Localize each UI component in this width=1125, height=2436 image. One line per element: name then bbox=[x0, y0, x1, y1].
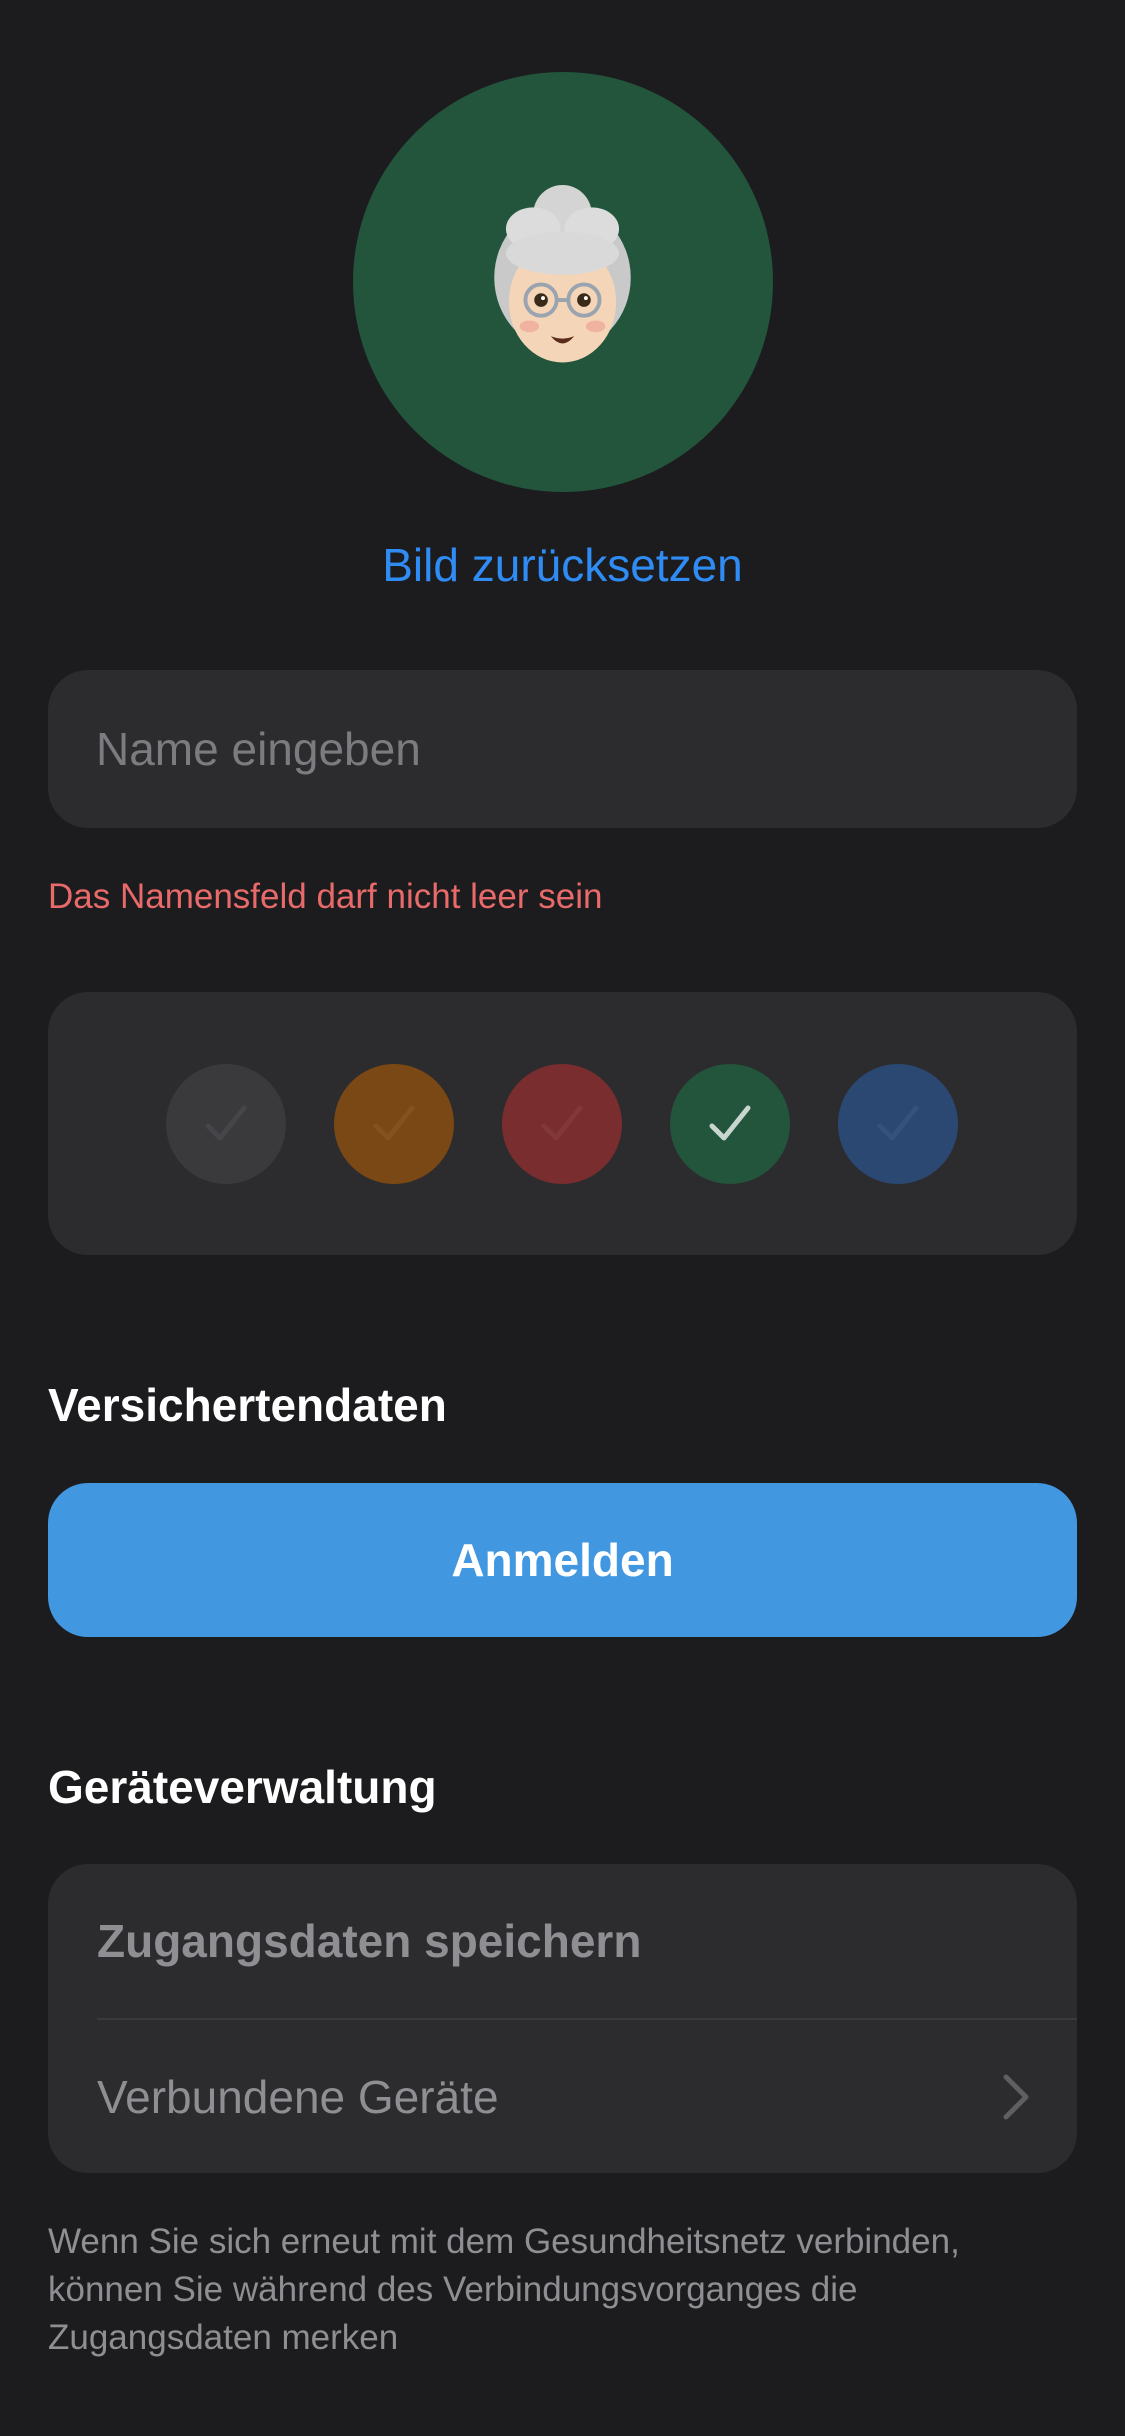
connected-devices-label: Verbundene Geräte bbox=[97, 2071, 499, 2123]
login-button[interactable]: Anmelden bbox=[48, 1483, 1077, 1637]
save-credentials-row[interactable]: Zugangsdaten speichern bbox=[48, 1864, 1077, 2018]
chevron-right-icon bbox=[1003, 2074, 1029, 2120]
memoji-grandmother-icon bbox=[494, 185, 631, 363]
color-swatch-red[interactable] bbox=[502, 1064, 622, 1184]
color-swatch-green-selected[interactable] bbox=[670, 1064, 790, 1184]
credentials-footer-note: Wenn Sie sich erneut mit dem Gesundheits… bbox=[48, 2222, 960, 2357]
checkmark-icon bbox=[709, 1105, 751, 1141]
device-settings-group: Zugangsdaten speichern Verbundene Geräte bbox=[48, 1864, 1077, 2173]
name-error-message: Das Namensfeld darf nicht leer sein bbox=[48, 877, 603, 916]
connected-devices-row[interactable]: Verbundene Geräte bbox=[48, 2020, 1077, 2173]
reset-picture-link[interactable]: Bild zurücksetzen bbox=[0, 538, 1125, 592]
device-management-section-title: Geräteverwaltung bbox=[48, 1761, 437, 1813]
checkmark-icon bbox=[541, 1105, 583, 1141]
checkmark-icon bbox=[877, 1105, 919, 1141]
checkmark-icon bbox=[373, 1105, 415, 1141]
color-swatch-gray[interactable] bbox=[166, 1064, 286, 1184]
checkmark-icon bbox=[205, 1105, 247, 1141]
name-input[interactable] bbox=[48, 670, 1077, 828]
color-swatch-orange[interactable] bbox=[334, 1064, 454, 1184]
insurance-section-title: Versichertendaten bbox=[48, 1379, 447, 1431]
color-swatch-blue[interactable] bbox=[838, 1064, 958, 1184]
save-credentials-label: Zugangsdaten speichern bbox=[97, 1915, 642, 1967]
